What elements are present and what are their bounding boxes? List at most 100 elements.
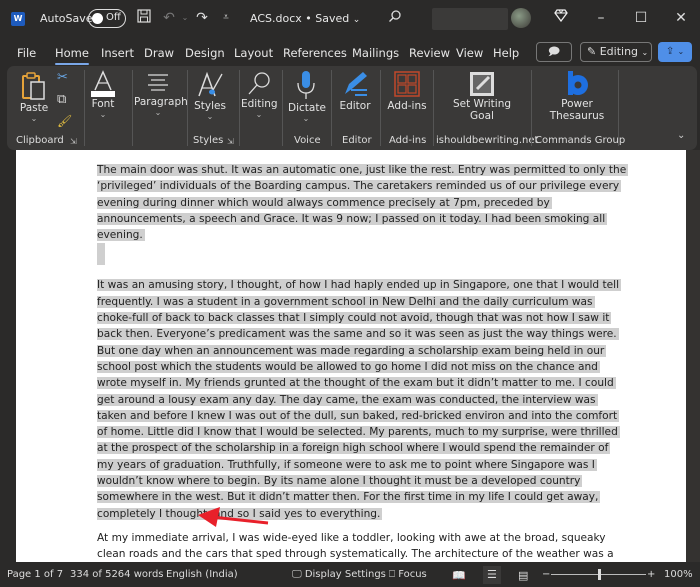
- focus-label: Focus: [398, 569, 427, 580]
- redo-icon[interactable]: ↷: [193, 9, 211, 27]
- chevron-down-icon: ⌄: [641, 48, 649, 57]
- separator: [239, 70, 240, 146]
- autosave-state: Off: [106, 12, 121, 23]
- group-label-voice: Voice: [294, 135, 321, 146]
- group-label-commands-group: Commands Group: [535, 135, 626, 146]
- document-canvas: The main door was shut. It was an automa…: [0, 150, 700, 562]
- share-icon: ⇪: [665, 46, 675, 57]
- comment-icon: 🗩: [547, 45, 561, 58]
- cut-icon[interactable]: ✂: [57, 70, 68, 85]
- print-layout-icon[interactable]: ☰: [483, 566, 501, 584]
- read-mode-icon[interactable]: 📖: [452, 569, 466, 582]
- document-title[interactable]: ACS.docx • Saved ⌄: [250, 12, 360, 25]
- web-layout-icon[interactable]: ▤: [518, 569, 528, 582]
- diamond-icon[interactable]: [552, 9, 570, 27]
- tab-review[interactable]: Review: [409, 46, 450, 60]
- tab-home[interactable]: Home: [55, 46, 89, 65]
- tab-draw[interactable]: Draw: [144, 46, 174, 60]
- chevron-down-icon: ⌄: [99, 110, 107, 119]
- separator: [282, 70, 283, 146]
- group-label-editor: Editor: [342, 135, 372, 146]
- separator: [531, 70, 532, 146]
- toggle-knob: [92, 13, 103, 24]
- word-count[interactable]: 334 of 5264 words: [70, 569, 164, 580]
- language-indicator[interactable]: English (India): [166, 569, 238, 580]
- styles-button[interactable]: Styles ⌄: [193, 70, 227, 121]
- paste-icon: [22, 72, 45, 100]
- find-icon: [248, 72, 270, 95]
- editor-label: Editor: [339, 100, 371, 112]
- editing-mode-button[interactable]: ✎ Editing ⌄: [580, 42, 652, 62]
- power-thesaurus-label-1: Power: [561, 98, 593, 110]
- clipboard-launcher-icon[interactable]: ⇲: [70, 137, 77, 146]
- undo-dropdown-icon[interactable]: ⌄: [176, 9, 194, 27]
- paste-button[interactable]: Paste ⌄: [17, 72, 51, 123]
- close-button[interactable]: ✕: [672, 9, 690, 27]
- autosave-toggle[interactable]: Off: [88, 9, 126, 28]
- customize-toolbar-icon[interactable]: ⩡: [217, 9, 235, 27]
- page-indicator[interactable]: Page 1 of 7: [7, 569, 63, 580]
- font-button[interactable]: Font ⌄: [86, 70, 120, 119]
- ribbon-collapse-icon[interactable]: ⌄: [677, 130, 685, 141]
- minimize-button[interactable]: –: [592, 9, 610, 27]
- chevron-down-icon: ⌄: [154, 108, 162, 117]
- zoom-level[interactable]: 100%: [664, 569, 693, 580]
- zoom-out-button[interactable]: −: [542, 569, 550, 580]
- maximize-button[interactable]: ☐: [632, 9, 650, 27]
- addins-label: Add-ins: [387, 100, 427, 112]
- separator: [187, 70, 188, 146]
- paragraph-button[interactable]: Paragraph ⌄: [134, 72, 188, 117]
- separator: [331, 70, 332, 146]
- focus-button[interactable]: ⎕ Focus: [389, 569, 427, 580]
- display-settings-button[interactable]: 🖵 Display Settings: [292, 569, 386, 580]
- chevron-down-icon: ⌄: [302, 114, 310, 123]
- chevron-down-icon: ⌄: [677, 47, 685, 56]
- dictate-button[interactable]: Dictate ⌄: [288, 70, 326, 123]
- editing-button[interactable]: Editing ⌄: [241, 70, 278, 119]
- paragraph-text: At my immediate arrival, I was wide-eyed…: [97, 531, 614, 561]
- addins-button[interactable]: Add-ins: [386, 70, 428, 112]
- editor-button[interactable]: Editor: [338, 70, 372, 112]
- tab-view[interactable]: View: [456, 46, 483, 60]
- tab-references[interactable]: References: [283, 46, 347, 60]
- tab-mailings[interactable]: Mailings: [352, 46, 399, 60]
- avatar[interactable]: [511, 8, 531, 28]
- tab-design[interactable]: Design: [185, 46, 225, 60]
- focus-icon: ⎕: [389, 569, 395, 580]
- editor-icon: [345, 72, 367, 96]
- pencil-icon: ✎: [587, 45, 597, 58]
- document-body[interactable]: The main door was shut. It was an automa…: [97, 162, 629, 562]
- document-title-text: ACS.docx • Saved: [250, 12, 350, 25]
- power-thesaurus-label-2: Thesaurus: [549, 110, 605, 122]
- styles-launcher-icon[interactable]: ⇲: [227, 137, 234, 146]
- separator: [618, 70, 619, 146]
- zoom-slider-thumb[interactable]: [597, 569, 601, 580]
- power-thesaurus-button[interactable]: Power Thesaurus: [547, 70, 607, 122]
- set-writing-goal-button[interactable]: Set Writing Goal: [448, 70, 516, 122]
- format-painter-icon[interactable]: 🖌: [57, 114, 72, 128]
- paragraph-icon: [148, 74, 168, 91]
- font-label: Font: [91, 98, 115, 110]
- microphone-icon: [297, 71, 315, 99]
- zoom-in-button[interactable]: +: [647, 569, 655, 580]
- save-icon[interactable]: [135, 9, 153, 27]
- addins-icon: [394, 71, 420, 97]
- chevron-down-icon: ⌄: [255, 110, 263, 119]
- chevron-down-icon: ⌄: [352, 15, 361, 25]
- power-thesaurus-icon: [568, 71, 588, 95]
- separator: [84, 70, 85, 146]
- tab-layout[interactable]: Layout: [234, 46, 273, 60]
- share-button[interactable]: ⇪ ⌄: [658, 42, 692, 62]
- vertical-scrollbar[interactable]: [686, 150, 700, 562]
- copy-icon[interactable]: ⧉: [57, 92, 66, 107]
- comments-button[interactable]: 🗩: [536, 42, 572, 62]
- account-name: [432, 8, 508, 30]
- title-bar: W AutoSave Off ↶ ⌄ ↷ ⩡ ACS.docx • Saved …: [0, 0, 700, 38]
- document-page[interactable]: The main door was shut. It was an automa…: [16, 150, 686, 562]
- search-icon[interactable]: [386, 9, 404, 27]
- chevron-down-icon: ⌄: [206, 112, 214, 121]
- tab-insert[interactable]: Insert: [101, 46, 134, 60]
- chevron-down-icon: ⌄: [30, 114, 38, 123]
- tab-help[interactable]: Help: [493, 46, 519, 60]
- tab-file[interactable]: File: [17, 46, 36, 60]
